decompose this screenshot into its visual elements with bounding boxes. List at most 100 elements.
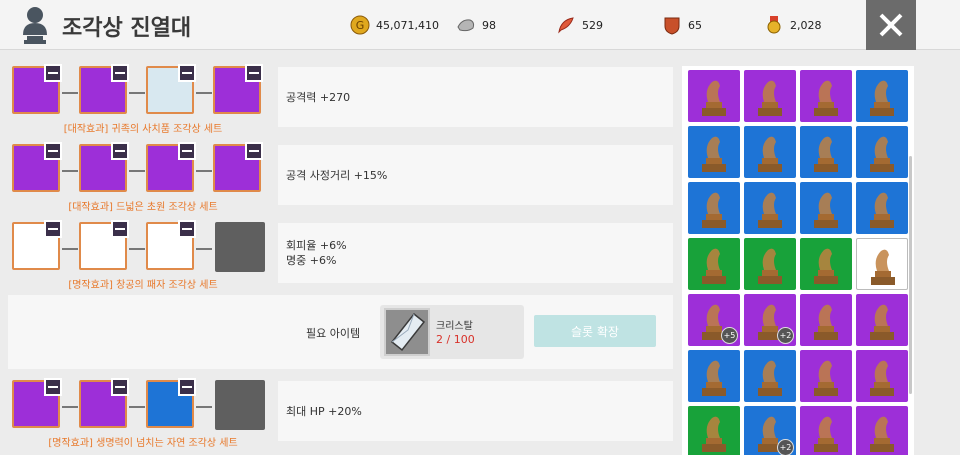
remove-statue-button[interactable] [178, 64, 196, 82]
statue-slot[interactable] [79, 142, 129, 192]
top-bar: 조각상 진열대 G 45,071,410 98 529 65 2,028 [0, 0, 960, 50]
inventory-statue-item[interactable] [856, 70, 908, 122]
remove-statue-button[interactable] [245, 142, 263, 160]
inventory-statue-item[interactable] [800, 182, 852, 234]
inventory-statue-item[interactable] [800, 126, 852, 178]
statue-icon [814, 248, 838, 284]
required-item-box: 크리스탈 2 / 100 [380, 305, 524, 359]
statue-icon [758, 192, 782, 228]
inventory-statue-item[interactable] [800, 350, 852, 402]
inventory-statue-item[interactable]: +2 [744, 294, 796, 346]
slot-connector [129, 406, 145, 408]
gold-currency: G 45,071,410 [350, 14, 439, 36]
statue-slot[interactable] [213, 64, 263, 114]
inventory-statue-item[interactable] [800, 406, 852, 455]
inventory-statue-item[interactable]: +2 [744, 406, 796, 455]
statue-icon [702, 248, 726, 284]
statue-slot[interactable] [12, 64, 62, 114]
statue-slot[interactable] [79, 220, 129, 270]
statue-slot[interactable] [146, 220, 196, 270]
crest-currency: 65 [662, 14, 702, 36]
inventory-scrollbar[interactable] [909, 156, 912, 394]
statue-slot[interactable] [213, 142, 263, 192]
slot-connector [62, 248, 78, 250]
remove-statue-button[interactable] [111, 142, 129, 160]
statue-slot[interactable] [12, 142, 62, 192]
medal-icon [767, 16, 781, 34]
statue-icon [814, 304, 838, 340]
remove-statue-button[interactable] [178, 378, 196, 396]
inventory-statue-item[interactable] [688, 70, 740, 122]
svg-text:G: G [356, 19, 365, 32]
inventory-statue-item[interactable] [688, 126, 740, 178]
statue-icon [814, 136, 838, 172]
inventory-statue-item[interactable] [800, 294, 852, 346]
inventory-statue-item[interactable] [800, 238, 852, 290]
inventory-statue-item[interactable] [744, 182, 796, 234]
inventory-statue-item[interactable] [744, 126, 796, 178]
remove-statue-button[interactable] [44, 142, 62, 160]
remove-statue-button[interactable] [44, 64, 62, 82]
inventory-statue-item[interactable] [688, 238, 740, 290]
statue-sets-area: [대작효과] 귀족의 사치품 조각상 세트 공격력 +270 [대작효과] 드넓… [8, 62, 678, 455]
statue-icon [814, 80, 838, 116]
set-name: [대작효과] 귀족의 사치품 조각상 세트 [63, 124, 223, 135]
inventory-statue-item[interactable] [856, 238, 908, 290]
statue-slot[interactable] [146, 142, 196, 192]
statue-slot[interactable] [146, 378, 196, 428]
inventory-statue-item[interactable] [688, 406, 740, 455]
statue-icon [758, 360, 782, 396]
inventory-statue-item[interactable] [744, 238, 796, 290]
statue-slot[interactable] [12, 220, 62, 270]
inventory-statue-item[interactable] [688, 350, 740, 402]
slot-connector [129, 170, 145, 172]
statue-icon [702, 136, 726, 172]
statue-icon [870, 416, 894, 452]
inventory-statue-item[interactable] [744, 350, 796, 402]
medal-currency: 2,028 [764, 14, 822, 36]
slot-expand-button[interactable]: 슬롯 확장 [534, 315, 656, 347]
set-effect-line: 회피율 +6% [286, 239, 347, 252]
statue-icon [814, 360, 838, 396]
remove-statue-button[interactable] [44, 378, 62, 396]
statue-icon [702, 360, 726, 396]
statue-inventory-grid: +5 +2 +2 [682, 66, 914, 455]
required-item-label: 필요 아이템 [306, 327, 361, 340]
statue-slot[interactable] [146, 64, 196, 114]
statue-slot[interactable] [79, 64, 129, 114]
enhance-level-badge: +2 [777, 327, 794, 344]
close-button[interactable] [866, 0, 916, 50]
statue-icon [814, 416, 838, 452]
slot-connector [129, 248, 145, 250]
locked-slot [215, 380, 265, 430]
statue-slot[interactable] [79, 378, 129, 428]
statue-icon [758, 248, 782, 284]
inventory-statue-item[interactable] [856, 350, 908, 402]
inventory-statue-item[interactable] [800, 70, 852, 122]
inventory-statue-item[interactable] [688, 182, 740, 234]
silver-currency: 98 [456, 14, 496, 36]
crystal-icon [390, 312, 426, 352]
enhance-level-badge: +2 [777, 439, 794, 455]
inventory-statue-item[interactable]: +5 [688, 294, 740, 346]
inventory-statue-item[interactable] [856, 406, 908, 455]
remove-statue-button[interactable] [111, 378, 129, 396]
statue-slot[interactable] [12, 378, 62, 428]
inventory-statue-item[interactable] [856, 294, 908, 346]
remove-statue-button[interactable] [44, 220, 62, 238]
crest-amount: 65 [688, 18, 702, 32]
remove-statue-button[interactable] [111, 220, 129, 238]
inventory-statue-item[interactable] [856, 126, 908, 178]
gold-amount: 45,071,410 [376, 18, 439, 32]
inventory-statue-item[interactable] [856, 182, 908, 234]
remove-statue-button[interactable] [178, 220, 196, 238]
remove-statue-button[interactable] [111, 64, 129, 82]
set-effect-box: 회피율 +6% 명중 +6% [278, 223, 673, 283]
remove-statue-button[interactable] [178, 142, 196, 160]
set-effect-line: 명중 +6% [286, 254, 337, 267]
inventory-statue-item[interactable] [744, 70, 796, 122]
statue-icon [758, 80, 782, 116]
medal-amount: 2,028 [790, 18, 822, 32]
statue-set-row: [대작효과] 드넓은 초원 조각상 세트 공격 사정거리 +15% [8, 140, 678, 218]
remove-statue-button[interactable] [245, 64, 263, 82]
